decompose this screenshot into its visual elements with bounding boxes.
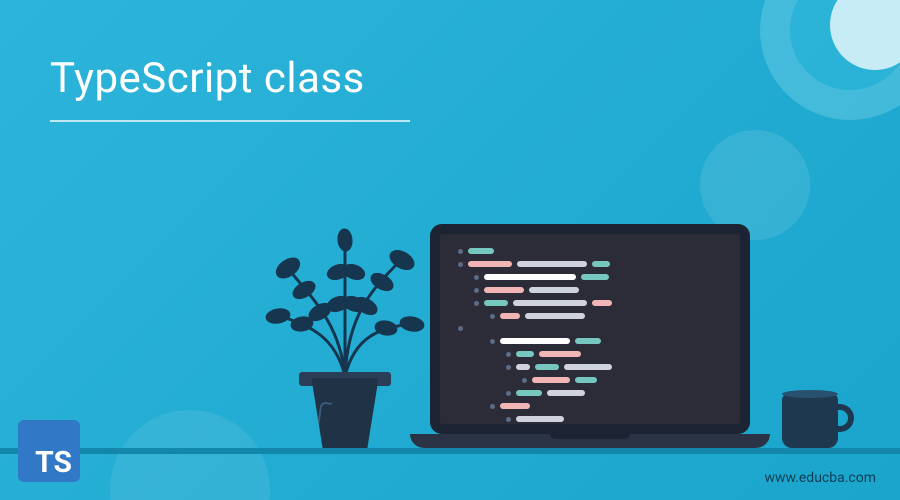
code-line bbox=[458, 351, 722, 357]
line-dot-icon bbox=[506, 352, 511, 357]
page-title: TypeScript class bbox=[50, 54, 365, 103]
code-segment bbox=[547, 390, 585, 396]
line-dot-icon bbox=[522, 378, 527, 383]
title-underline bbox=[50, 120, 410, 122]
code-line bbox=[458, 326, 722, 331]
plant-pot bbox=[305, 378, 385, 448]
code-segment bbox=[575, 377, 597, 383]
line-dot-icon bbox=[506, 365, 511, 370]
laptop-illustration bbox=[430, 224, 750, 448]
line-dot-icon bbox=[506, 417, 511, 422]
line-dot-icon bbox=[490, 314, 495, 319]
code-segment bbox=[529, 287, 579, 293]
code-line bbox=[458, 287, 722, 293]
code-segment bbox=[468, 261, 512, 267]
mug-illustration bbox=[782, 394, 838, 448]
code-segment bbox=[575, 338, 601, 344]
code-segment bbox=[539, 351, 581, 357]
line-dot-icon bbox=[490, 404, 495, 409]
typescript-logo-label: TS bbox=[35, 445, 72, 480]
code-segment bbox=[564, 364, 612, 370]
line-dot-icon bbox=[458, 249, 463, 254]
typescript-logo-icon: TS bbox=[18, 420, 80, 482]
line-dot-icon bbox=[474, 301, 479, 306]
laptop-screen bbox=[430, 224, 750, 434]
plant-illustration bbox=[260, 218, 430, 448]
mug-handle bbox=[834, 404, 854, 432]
code-segment bbox=[516, 390, 542, 396]
code-line bbox=[458, 338, 722, 344]
desk-line bbox=[0, 448, 900, 454]
code-line bbox=[458, 416, 722, 422]
code-segment bbox=[484, 287, 524, 293]
code-line bbox=[458, 403, 722, 409]
line-dot-icon bbox=[474, 288, 479, 293]
decor-circle bbox=[110, 410, 270, 500]
code-segment bbox=[500, 313, 520, 319]
site-url: www.educba.com bbox=[764, 470, 876, 486]
code-segment bbox=[535, 364, 559, 370]
code-segment bbox=[592, 300, 612, 306]
line-dot-icon bbox=[490, 339, 495, 344]
code-segment bbox=[484, 300, 508, 306]
code-line bbox=[458, 261, 722, 267]
line-dot-icon bbox=[474, 275, 479, 280]
code-segment bbox=[468, 248, 494, 254]
line-dot-icon bbox=[458, 262, 463, 267]
code-line bbox=[458, 300, 722, 306]
code-segment bbox=[500, 403, 530, 409]
code-line bbox=[458, 364, 722, 370]
code-line bbox=[458, 313, 722, 319]
code-segment bbox=[516, 351, 534, 357]
code-segment bbox=[513, 300, 587, 306]
code-segment bbox=[516, 364, 530, 370]
code-line bbox=[458, 390, 722, 396]
plant-stems-icon bbox=[260, 216, 430, 376]
code-segment bbox=[592, 261, 610, 267]
code-segment bbox=[532, 377, 570, 383]
code-segment bbox=[517, 261, 587, 267]
code-segment bbox=[500, 338, 570, 344]
code-segment bbox=[525, 313, 585, 319]
line-dot-icon bbox=[458, 326, 463, 331]
code-segment bbox=[484, 274, 576, 280]
code-line bbox=[458, 377, 722, 383]
hero-banner: TypeScript class bbox=[0, 0, 900, 500]
code-line bbox=[458, 248, 722, 254]
code-segment bbox=[516, 416, 564, 422]
line-dot-icon bbox=[506, 391, 511, 396]
code-line bbox=[458, 274, 722, 280]
laptop-base bbox=[410, 434, 770, 448]
code-segment bbox=[581, 274, 609, 280]
